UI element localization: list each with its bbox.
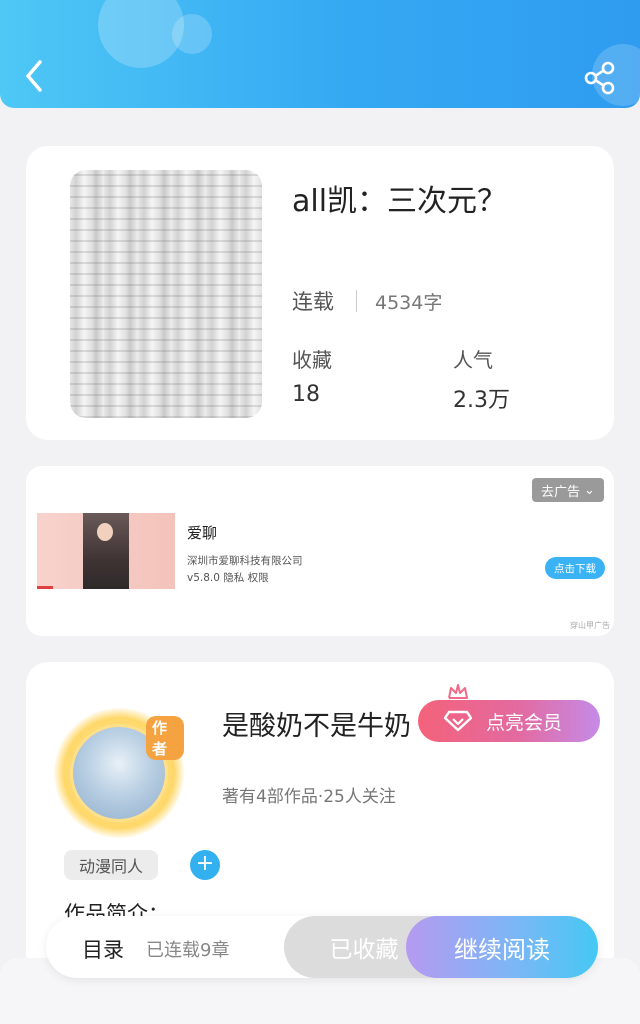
toc-button[interactable]: 目录 — [82, 934, 124, 964]
ad-source: 穿山甲广告 — [570, 621, 610, 630]
author-name[interactable]: 是酸奶不是牛奶 — [222, 704, 411, 743]
ad-download-button[interactable]: 点击下载 — [545, 557, 605, 579]
book-title: all凯：三次元？ — [292, 184, 508, 219]
remove-ad-button[interactable]: 去广告 ⌄ — [532, 478, 604, 502]
favorites-value: 18 — [292, 382, 320, 407]
chevron-down-icon: ⌄ — [584, 482, 595, 498]
favorites-label: 收藏 — [292, 348, 332, 372]
genre-tag[interactable]: 动漫同人 — [64, 850, 158, 880]
share-button[interactable] — [580, 58, 620, 98]
crown-icon — [448, 684, 468, 699]
top-header — [0, 0, 640, 108]
book-info-card: all凯：三次元？ 连载 4534字 收藏 18 人气 2.3万 — [26, 146, 614, 440]
share-icon — [584, 61, 615, 95]
ad-company: 深圳市爱聊科技有限公司 — [187, 555, 303, 567]
bottom-action-bar: 目录 已连载9章 已收藏 继续阅读 — [46, 916, 598, 978]
vip-label: 点亮会员 — [486, 711, 563, 734]
book-cover-image[interactable] — [70, 170, 262, 418]
book-status: 连载 — [292, 290, 334, 314]
word-count: 4534字 — [375, 292, 443, 314]
divider — [356, 290, 357, 312]
ad-image[interactable] — [37, 513, 175, 589]
diamond-icon — [444, 710, 472, 732]
ad-app-name: 爱聊 — [187, 524, 218, 542]
vip-button[interactable]: 点亮会员 — [418, 700, 600, 742]
ad-version-line: v5.8.0 隐私 权限 — [187, 572, 269, 584]
author-meta: 著有4部作品·25人关注 — [222, 787, 396, 807]
back-button[interactable] — [18, 54, 54, 98]
author-avatar-wrap[interactable]: 作者 — [54, 708, 184, 838]
chapter-count: 已连载9章 — [146, 940, 230, 961]
continue-reading-button[interactable]: 继续阅读 — [406, 916, 598, 978]
add-tag-button[interactable]: + — [190, 850, 220, 880]
popularity-value: 2.3万 — [453, 388, 510, 413]
ad-banner[interactable]: 去广告 ⌄ 爱聊 深圳市爱聊科技有限公司 v5.8.0 隐私 权限 点击下载 穿… — [26, 466, 614, 636]
chevron-left-icon — [26, 60, 42, 92]
popularity-label: 人气 — [453, 348, 493, 372]
ad-photo — [83, 513, 129, 589]
remove-ad-label: 去广告 — [541, 484, 581, 500]
author-badge: 作者 — [146, 716, 184, 760]
decor-bubble — [172, 14, 212, 54]
